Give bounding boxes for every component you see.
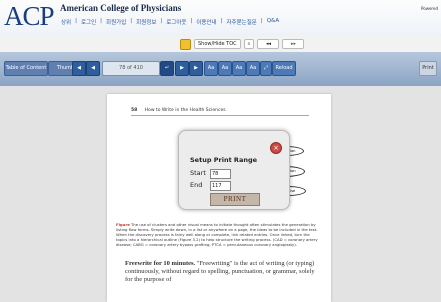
- org-name: American College of Physicians: [60, 3, 182, 13]
- acp-logo: ACP: [4, 1, 55, 31]
- page-indicator[interactable]: 78 of 410: [102, 61, 160, 76]
- page-number: 58: [131, 108, 138, 113]
- running-head: 58 How to Write in the Health Sciences: [131, 108, 226, 113]
- prev-page-icon[interactable]: ◀: [86, 61, 100, 76]
- close-icon[interactable]: ×: [270, 142, 282, 154]
- first-page-icon[interactable]: ◀: [72, 61, 86, 76]
- header-rule: [131, 115, 309, 116]
- menu-item-home[interactable]: 상위: [60, 18, 72, 26]
- prev-search-icon[interactable]: ◂◂: [257, 39, 280, 49]
- zoom-fit-icon[interactable]: ⤢: [260, 61, 272, 76]
- search-icon[interactable]: ⌕: [243, 39, 255, 49]
- caption-text: The use of clusters and other visual mea…: [116, 222, 318, 247]
- go-to-page-icon[interactable]: ↵: [160, 61, 174, 76]
- zoom-aa-button-1[interactable]: Aa: [204, 61, 218, 76]
- running-head-title: How to Write in the Health Sciences: [144, 108, 226, 113]
- zoom-aa-button-2[interactable]: Aa: [218, 61, 232, 76]
- menu-item-guide[interactable]: 이용안내: [195, 18, 217, 26]
- end-label: End: [190, 181, 203, 189]
- next-page-icon[interactable]: ▶: [175, 61, 189, 76]
- figure-caption: Figure The use of clusters and other vis…: [116, 222, 322, 247]
- menu-item-login[interactable]: 로그인: [80, 18, 97, 26]
- end-page-input[interactable]: 117: [210, 181, 231, 191]
- print-range-dialog: × Setup Print Range Start 78 End 117 PRI…: [178, 130, 290, 210]
- print-button[interactable]: Print: [419, 61, 437, 76]
- dialog-title: Setup Print Range: [190, 156, 258, 164]
- toc-icon: [180, 38, 191, 50]
- reload-button[interactable]: Reload: [272, 61, 296, 76]
- top-menu: 상위 | 로그인 | 회원가입 | 회원정보 | 로그아웃 | 이용안내 | 자주묻는질문 |…: [60, 18, 280, 26]
- toc-toggle-group: Show/Hide TOC ⌕ ◂◂ ▸▸: [180, 38, 305, 50]
- last-page-icon[interactable]: ▶: [189, 61, 203, 76]
- freewrite-bullet: Freewrite for 10 minutes. "Freewriting" …: [125, 260, 321, 284]
- bullet-title: Freewrite for 10 minutes.: [125, 260, 196, 267]
- app-header: ACP American College of Physicians 상위 | 로…: [0, 0, 441, 37]
- zoom-aa-button-3[interactable]: Aa: [232, 61, 246, 76]
- next-search-icon[interactable]: ▸▸: [282, 39, 305, 49]
- powered-by: Powered: [420, 6, 438, 11]
- zoom-aa-button-4[interactable]: Aa: [246, 61, 260, 76]
- menu-item-logout[interactable]: 로그아웃: [165, 18, 187, 26]
- start-label: Start: [190, 169, 206, 177]
- viewer-toolbar: Table of Content Thumbnail ◀ ◀ 78 of 410…: [0, 52, 441, 87]
- print-range-button[interactable]: PRINT: [210, 193, 260, 206]
- menu-item-faq[interactable]: 자주묻는질문: [225, 18, 257, 26]
- menu-item-profile[interactable]: 회원정보: [135, 18, 157, 26]
- table-of-contents-button[interactable]: Table of Content: [4, 61, 48, 76]
- show-hide-toc-button[interactable]: Show/Hide TOC: [194, 39, 241, 49]
- menu-item-qna[interactable]: Q&A: [266, 18, 280, 26]
- start-page-input[interactable]: 78: [210, 169, 231, 179]
- menu-item-signup[interactable]: 회원가입: [105, 18, 127, 26]
